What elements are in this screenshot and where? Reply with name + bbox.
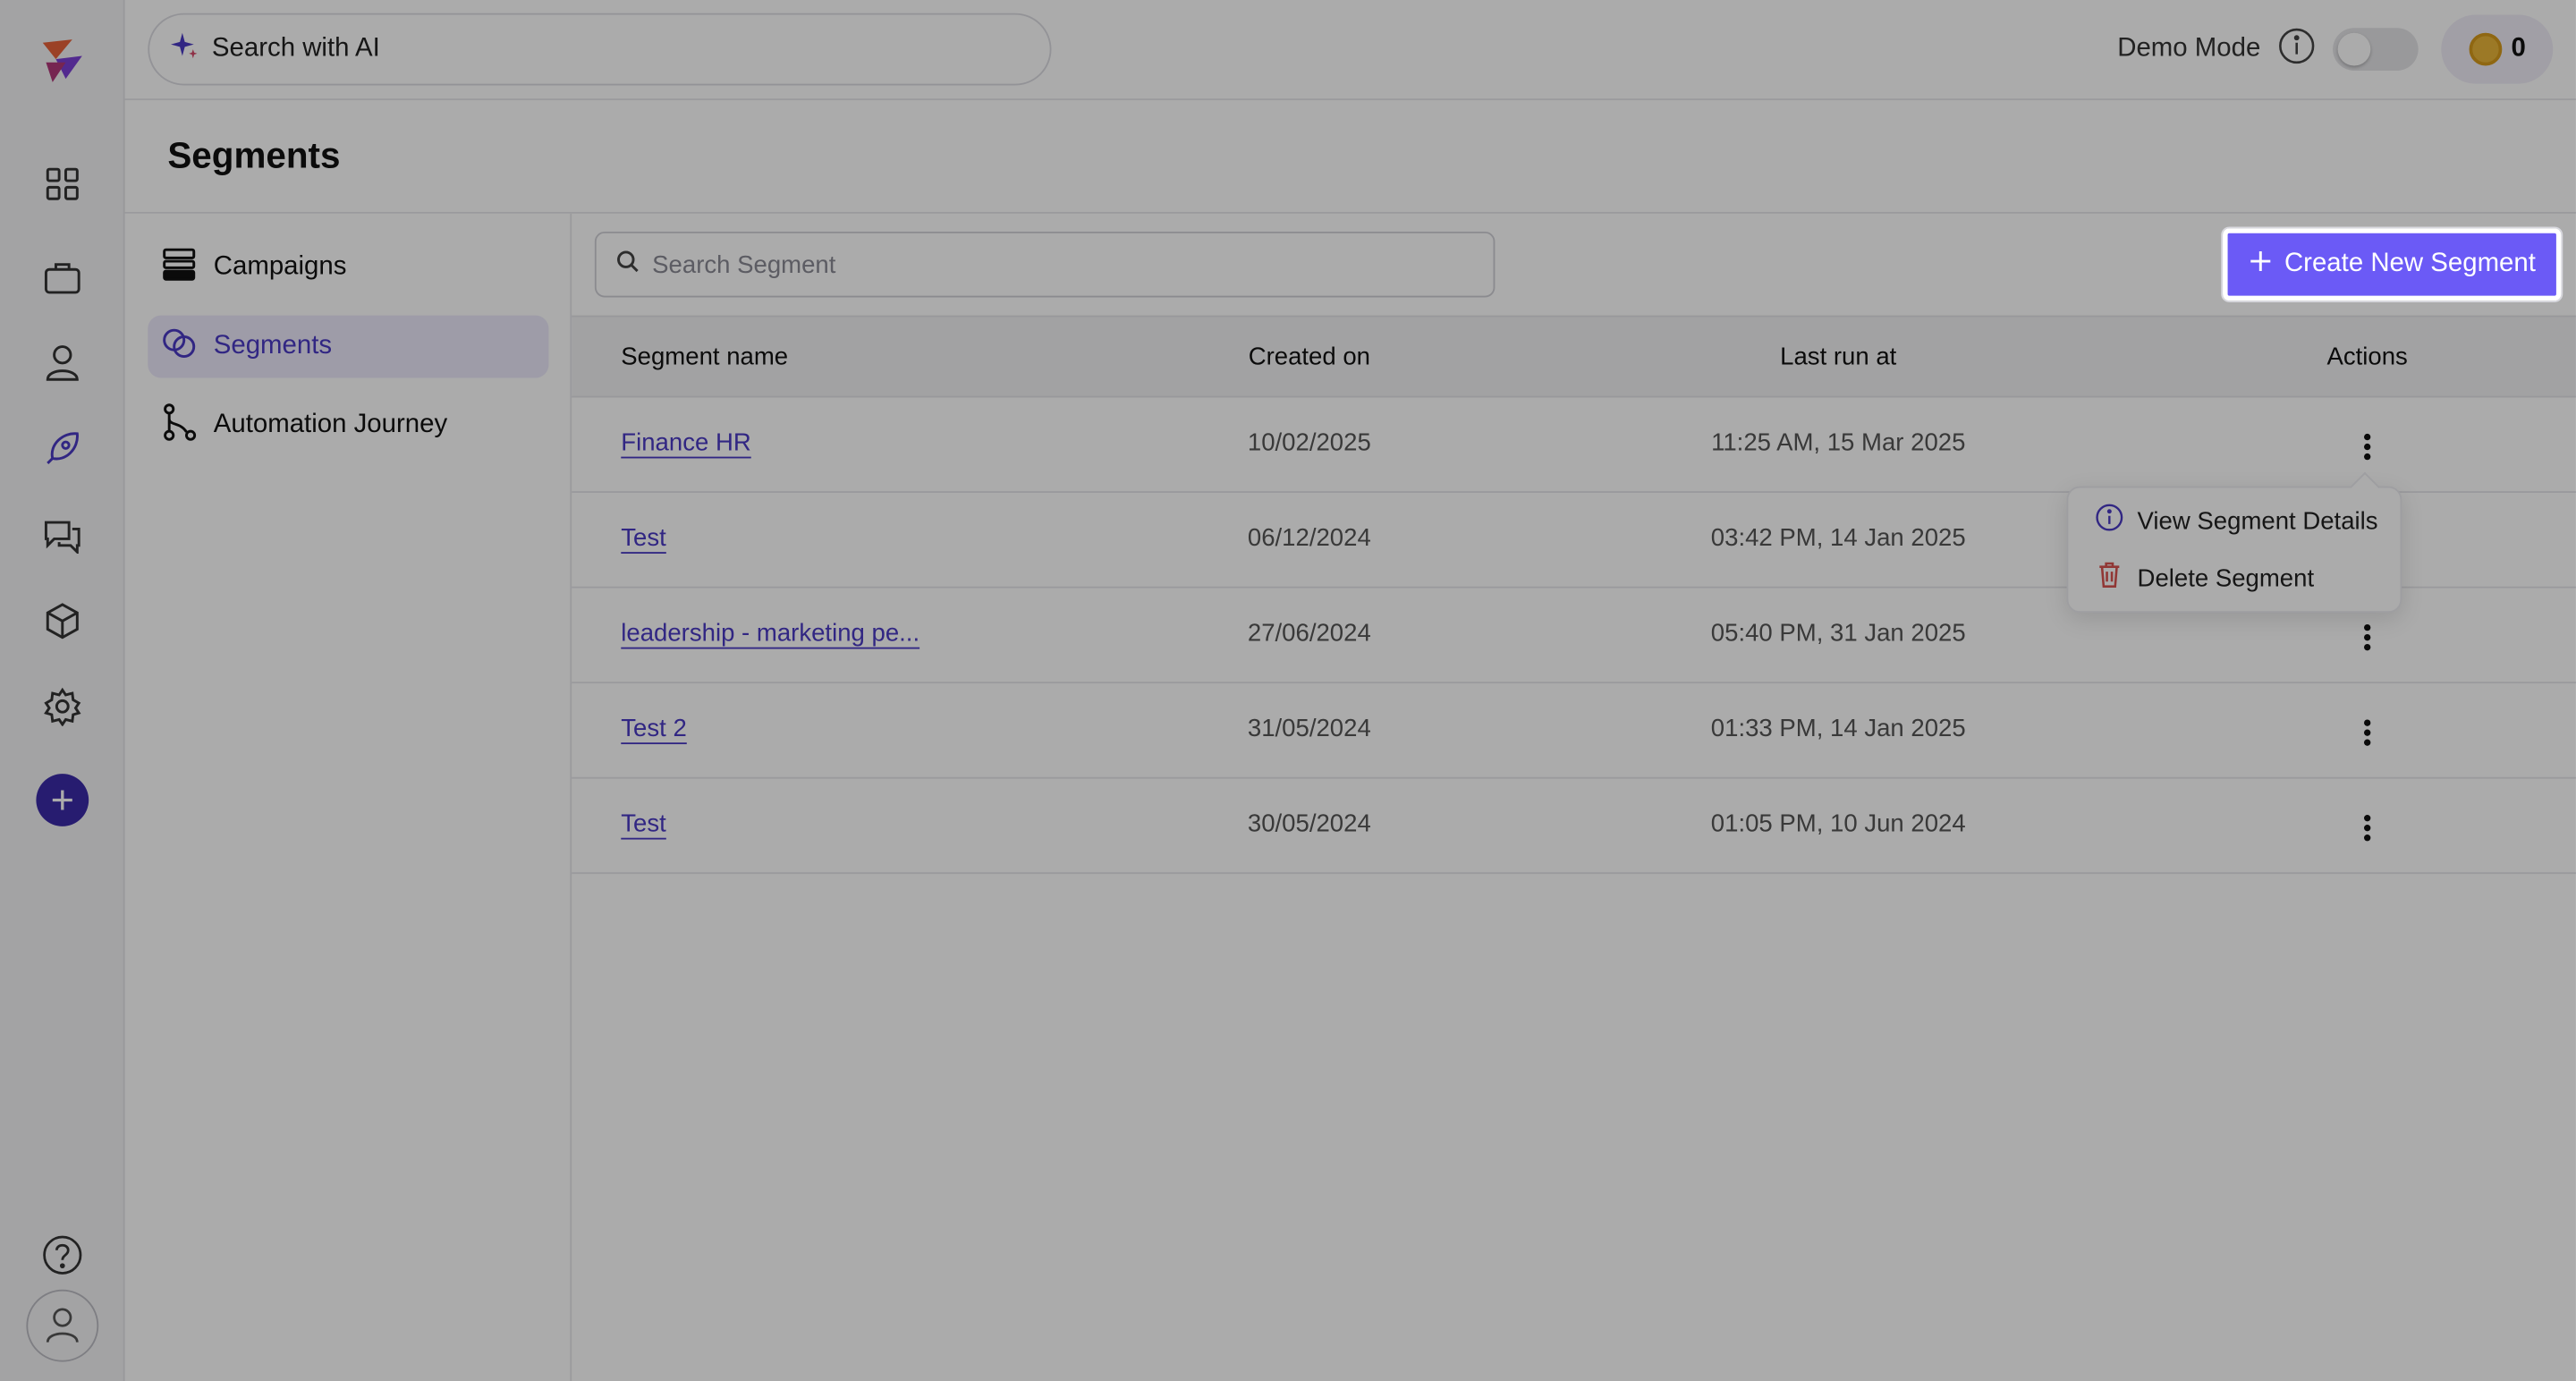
- segment-name-link[interactable]: Finance HR: [621, 428, 750, 456]
- app-root: Search with AI Demo Mode 0 Segments Camp…: [0, 0, 2576, 1381]
- cube-icon[interactable]: [38, 597, 87, 646]
- subnav-item-label: Campaigns: [213, 252, 347, 282]
- segment-name-link[interactable]: Test: [621, 809, 666, 837]
- create-button-label: Create New Segment: [2284, 250, 2536, 278]
- last-run-at: 05:40 PM, 31 Jan 2025: [1710, 619, 1966, 648]
- created-on: 31/05/2024: [1247, 714, 1371, 743]
- column-header-actions: Actions: [2326, 343, 2408, 372]
- avatar-icon[interactable]: [26, 1289, 99, 1362]
- segment-name-link[interactable]: Test 2: [621, 715, 687, 742]
- sparkle-icon: [169, 30, 199, 68]
- rocket-icon[interactable]: [38, 424, 87, 473]
- page-title: Segments: [167, 134, 341, 176]
- more-actions-icon[interactable]: [2349, 619, 2385, 655]
- help-icon[interactable]: [41, 1233, 84, 1276]
- menu-item-label: View Segment Details: [2137, 506, 2378, 535]
- last-run-at: 01:05 PM, 10 Jun 2024: [1710, 809, 1966, 838]
- dashboard-grid-icon[interactable]: [38, 159, 87, 208]
- ai-search-bar[interactable]: Search with AI: [148, 13, 1052, 86]
- toggle-knob: [2337, 32, 2371, 66]
- search-icon: [616, 249, 640, 280]
- segment-name-link[interactable]: leadership - marketing pe...: [621, 619, 919, 647]
- left-rail: [0, 0, 125, 1381]
- gear-icon[interactable]: [38, 682, 87, 731]
- table-row: Test 30/05/2024 01:05 PM, 10 Jun 2024: [572, 779, 2576, 875]
- app-logo[interactable]: [33, 33, 92, 92]
- more-actions-icon[interactable]: [2349, 428, 2385, 464]
- credits-count: 0: [2511, 34, 2526, 63]
- menu-item-delete[interactable]: Delete Segment: [2095, 558, 2314, 597]
- created-on: 10/02/2025: [1247, 428, 1371, 457]
- info-icon[interactable]: [2277, 25, 2317, 72]
- column-header-created: Created on: [1248, 343, 1371, 372]
- credits-badge[interactable]: 0: [2441, 14, 2554, 84]
- table-header: Segment name Created on Last run at Acti…: [572, 315, 2576, 398]
- menu-item-view-details[interactable]: View Segment Details: [2095, 501, 2378, 540]
- segment-name-link[interactable]: Test: [621, 524, 666, 552]
- segment-search[interactable]: [594, 231, 1496, 298]
- last-run-at: 11:25 AM, 15 Mar 2025: [1711, 428, 1966, 457]
- info-icon: [2095, 503, 2124, 538]
- chat-icon[interactable]: [38, 511, 87, 560]
- more-actions-icon[interactable]: [2349, 809, 2385, 845]
- briefcase-icon[interactable]: [38, 253, 87, 302]
- last-run-at: 01:33 PM, 14 Jan 2025: [1710, 714, 1966, 743]
- created-on: 30/05/2024: [1247, 809, 1371, 838]
- top-bar: Search with AI Demo Mode 0: [124, 0, 2576, 101]
- column-header-last-run: Last run at: [1780, 343, 1897, 372]
- row-actions-menu: View Segment Details Delete Segment: [2066, 486, 2402, 614]
- table-row: Test 2 31/05/2024 01:33 PM, 14 Jan 2025: [572, 683, 2576, 779]
- trash-icon: [2095, 560, 2124, 596]
- more-actions-icon[interactable]: [2349, 715, 2385, 750]
- demo-mode-toggle[interactable]: [2333, 28, 2419, 71]
- subnav-item-label: Automation Journey: [213, 411, 448, 439]
- subnav-item-segments[interactable]: Segments: [148, 315, 549, 378]
- journey-icon: [161, 402, 197, 449]
- segments-icon: [161, 325, 197, 369]
- subnav-item-automation-journey[interactable]: Automation Journey: [148, 394, 548, 457]
- campaigns-icon: [161, 246, 197, 291]
- subnav-item-campaigns[interactable]: Campaigns: [148, 236, 548, 299]
- plus-icon: [2249, 249, 2272, 280]
- segments-subnav: Campaigns Segments Automation Journey: [124, 213, 572, 1381]
- subnav-item-label: Segments: [213, 332, 333, 360]
- column-header-name: Segment name: [621, 343, 789, 372]
- last-run-at: 03:42 PM, 14 Jan 2025: [1710, 523, 1966, 553]
- menu-item-label: Delete Segment: [2137, 563, 2315, 593]
- add-icon[interactable]: [36, 774, 89, 826]
- demo-mode-label: Demo Mode: [2117, 34, 2261, 63]
- coin-icon: [2468, 32, 2502, 66]
- created-on: 06/12/2024: [1247, 523, 1371, 553]
- table-row: Finance HR 10/02/2025 11:25 AM, 15 Mar 2…: [572, 397, 2576, 494]
- created-on: 27/06/2024: [1247, 619, 1371, 648]
- demo-mode: Demo Mode: [2117, 23, 2419, 76]
- search-input[interactable]: [652, 250, 1441, 279]
- ai-search-label: Search with AI: [211, 34, 380, 63]
- create-new-segment-button[interactable]: Create New Segment: [2221, 226, 2563, 302]
- user-icon[interactable]: [38, 338, 87, 387]
